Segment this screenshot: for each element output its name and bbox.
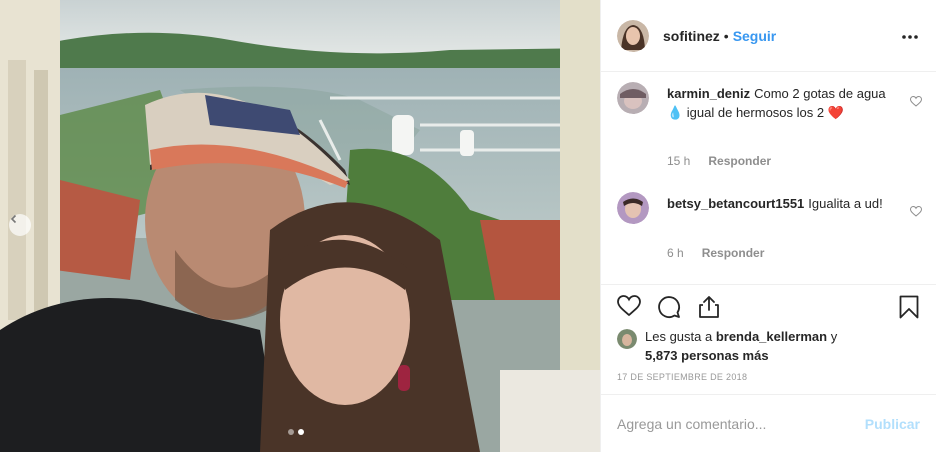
like-button[interactable] <box>617 295 641 322</box>
avatar-photo-icon <box>617 329 637 349</box>
post-photo[interactable] <box>0 0 600 452</box>
publish-button[interactable]: Publicar <box>865 416 920 432</box>
comment-item: betsy_betancourt1551 Igualita a ud! 6 h R… <box>617 184 923 280</box>
post-date[interactable]: 17 DE SEPTIEMBRE DE 2018 <box>617 372 747 382</box>
carousel-indicators <box>288 429 304 435</box>
add-comment-bar: Publicar <box>601 394 936 452</box>
likes-prefix: Les gusta a <box>645 329 716 344</box>
reply-button[interactable]: Responder <box>702 246 765 260</box>
likes-middle: y <box>827 329 838 344</box>
chevron-left-icon <box>10 214 17 224</box>
heart-icon <box>617 295 641 317</box>
selfie-photo-illustration <box>0 0 600 452</box>
liker-avatar[interactable] <box>617 329 637 349</box>
author-avatar[interactable] <box>617 19 649 52</box>
comment-username[interactable]: karmin_deniz <box>667 86 750 101</box>
comment-input[interactable] <box>617 415 847 432</box>
share-button[interactable] <box>697 295 721 324</box>
comments-list: karmin_deniz Como 2 gotas de agua 💧 igual… <box>601 72 936 284</box>
avatar-photo-icon <box>617 192 649 224</box>
comment-like-button[interactable] <box>909 204 923 222</box>
comment-body: betsy_betancourt1551 Igualita a ud! <box>667 194 892 213</box>
comment-time[interactable]: 15 h <box>667 154 690 168</box>
comment-item: karmin_deniz Como 2 gotas de agua 💧 igual… <box>617 74 923 174</box>
header-separator: • <box>723 27 729 44</box>
comment-body: karmin_deniz Como 2 gotas de agua 💧 igual… <box>667 84 892 122</box>
commenter-avatar[interactable] <box>617 192 649 224</box>
comment-username[interactable]: betsy_betancourt1551 <box>667 196 804 211</box>
comment-meta: 15 h Responder <box>667 154 771 168</box>
comment-text: Igualita a ud! <box>808 196 883 211</box>
comment-icon <box>658 296 680 318</box>
likes-text: Les gusta a brenda_kellerman y 5,873 per… <box>645 327 905 365</box>
comment-like-button[interactable] <box>909 94 923 112</box>
commenter-avatar[interactable] <box>617 82 649 114</box>
save-button[interactable] <box>899 295 919 324</box>
liker-username[interactable]: brenda_kellerman <box>716 329 827 344</box>
follow-button[interactable]: Seguir <box>733 28 777 44</box>
heart-outline-icon <box>909 95 923 107</box>
author-username[interactable]: sofitinez <box>663 28 720 44</box>
avatar-photo-icon <box>617 19 649 52</box>
post-actions-bar <box>601 284 936 328</box>
previous-slide-button[interactable] <box>9 214 31 236</box>
comment-button[interactable] <box>657 295 681 324</box>
avatar-photo-icon <box>617 82 649 114</box>
post-details-panel: sofitinez • Seguir karmin_deniz Como 2 go… <box>600 0 937 452</box>
heart-outline-icon <box>909 205 923 217</box>
reply-button[interactable]: Responder <box>708 154 771 168</box>
carousel-dot <box>288 429 294 435</box>
more-options-button[interactable] <box>902 26 918 44</box>
comment-meta: 6 h Responder <box>667 246 764 260</box>
bookmark-icon <box>899 295 919 319</box>
share-icon <box>699 296 719 318</box>
comment-time[interactable]: 6 h <box>667 246 684 260</box>
more-options-icon <box>902 35 918 39</box>
likes-count[interactable]: 5,873 personas más <box>645 348 769 363</box>
carousel-dot-active <box>298 429 304 435</box>
post-header: sofitinez • Seguir <box>601 0 936 72</box>
